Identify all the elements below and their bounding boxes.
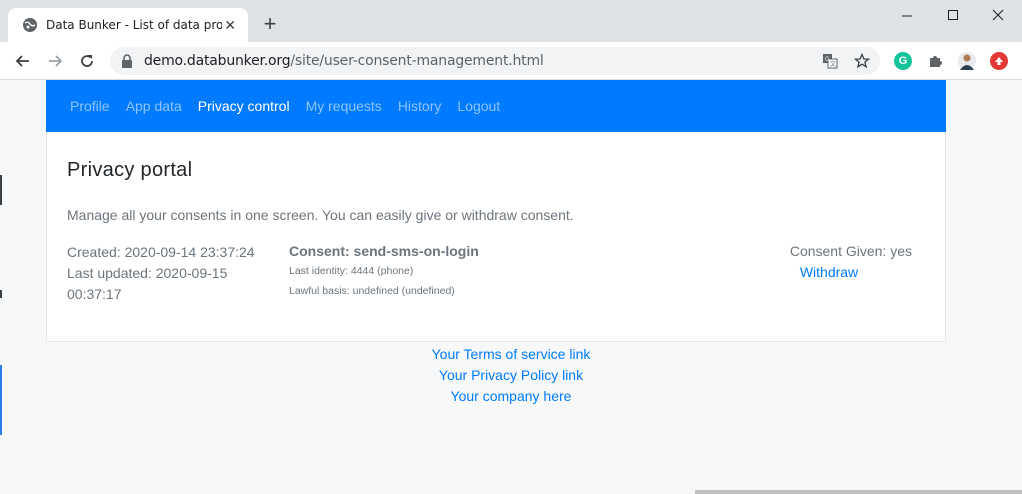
new-tab-icon[interactable]: + — [260, 13, 280, 35]
consent-last-identity: Last identity: 4444 (phone) — [289, 265, 414, 277]
withdraw-link[interactable]: Withdraw — [789, 264, 869, 280]
close-tab-icon[interactable]: ✕ — [222, 17, 238, 33]
forward-icon[interactable] — [44, 50, 66, 72]
top-navbar: Profile App data Privacy control My requ… — [46, 80, 946, 132]
left-edge-artifact — [0, 80, 3, 494]
updated-date-line1: Last updated: 2020-09-15 — [67, 265, 228, 281]
lock-icon[interactable] — [120, 54, 134, 68]
grammarly-icon[interactable]: G — [894, 52, 912, 70]
translate-icon[interactable]: G文 — [822, 53, 838, 69]
consent-dates: Created: 2020-09-14 23:37:24 Last update… — [67, 242, 267, 305]
update-icon[interactable] — [990, 52, 1008, 70]
nav-my-requests[interactable]: My requests — [306, 98, 382, 114]
footer-links: Your Terms of service link Your Privacy … — [46, 344, 976, 407]
horizontal-scrollbar[interactable] — [695, 490, 1022, 494]
profile-avatar-icon[interactable] — [958, 52, 976, 70]
globe-icon — [22, 17, 38, 33]
nav-app-data[interactable]: App data — [126, 98, 182, 114]
browser-toolbar: demo.databunker.org/site/user-consent-ma… — [0, 42, 1022, 80]
privacy-portal-card: Privacy portal Manage all your consents … — [46, 132, 946, 342]
extensions-icon[interactable] — [926, 52, 944, 70]
browser-titlebar: Data Bunker - List of data proces ✕ + — [0, 0, 1022, 42]
created-date: Created: 2020-09-14 23:37:24 — [67, 244, 255, 260]
browser-tab[interactable]: Data Bunker - List of data proces ✕ — [8, 8, 248, 42]
consent-lawful-basis: Lawful basis: undefined (undefined) — [289, 285, 455, 297]
page-description: Manage all your consents in one screen. … — [67, 207, 574, 223]
company-link[interactable]: Your company here — [46, 386, 976, 407]
terms-link[interactable]: Your Terms of service link — [46, 344, 976, 365]
back-icon[interactable] — [12, 50, 34, 72]
close-window-icon[interactable] — [975, 4, 1021, 26]
updated-date-line2: 00:37:17 — [67, 286, 122, 302]
privacy-policy-link[interactable]: Your Privacy Policy link — [46, 365, 976, 386]
nav-privacy-control[interactable]: Privacy control — [198, 98, 290, 114]
url-domain: demo.databunker.org — [144, 53, 291, 69]
maximize-icon[interactable] — [930, 4, 976, 26]
minimize-icon[interactable] — [884, 4, 930, 26]
page-title: Privacy portal — [67, 159, 193, 181]
url-path: /site/user-consent-management.html — [290, 53, 544, 69]
nav-history[interactable]: History — [398, 98, 442, 114]
reload-icon[interactable] — [76, 50, 98, 72]
url-text: demo.databunker.org/site/user-consent-ma… — [144, 53, 544, 69]
tab-title: Data Bunker - List of data proces — [46, 18, 223, 32]
svg-text:文: 文 — [830, 60, 836, 68]
consent-details: Consent: send-sms-on-login Last identity… — [289, 243, 609, 297]
nav-profile[interactable]: Profile — [70, 98, 110, 114]
consent-status: Consent Given: yes — [789, 243, 912, 259]
consent-name: Consent: send-sms-on-login — [289, 243, 479, 259]
star-icon[interactable] — [854, 53, 870, 69]
nav-logout[interactable]: Logout — [457, 98, 500, 114]
address-bar[interactable]: demo.databunker.org/site/user-consent-ma… — [110, 47, 880, 75]
